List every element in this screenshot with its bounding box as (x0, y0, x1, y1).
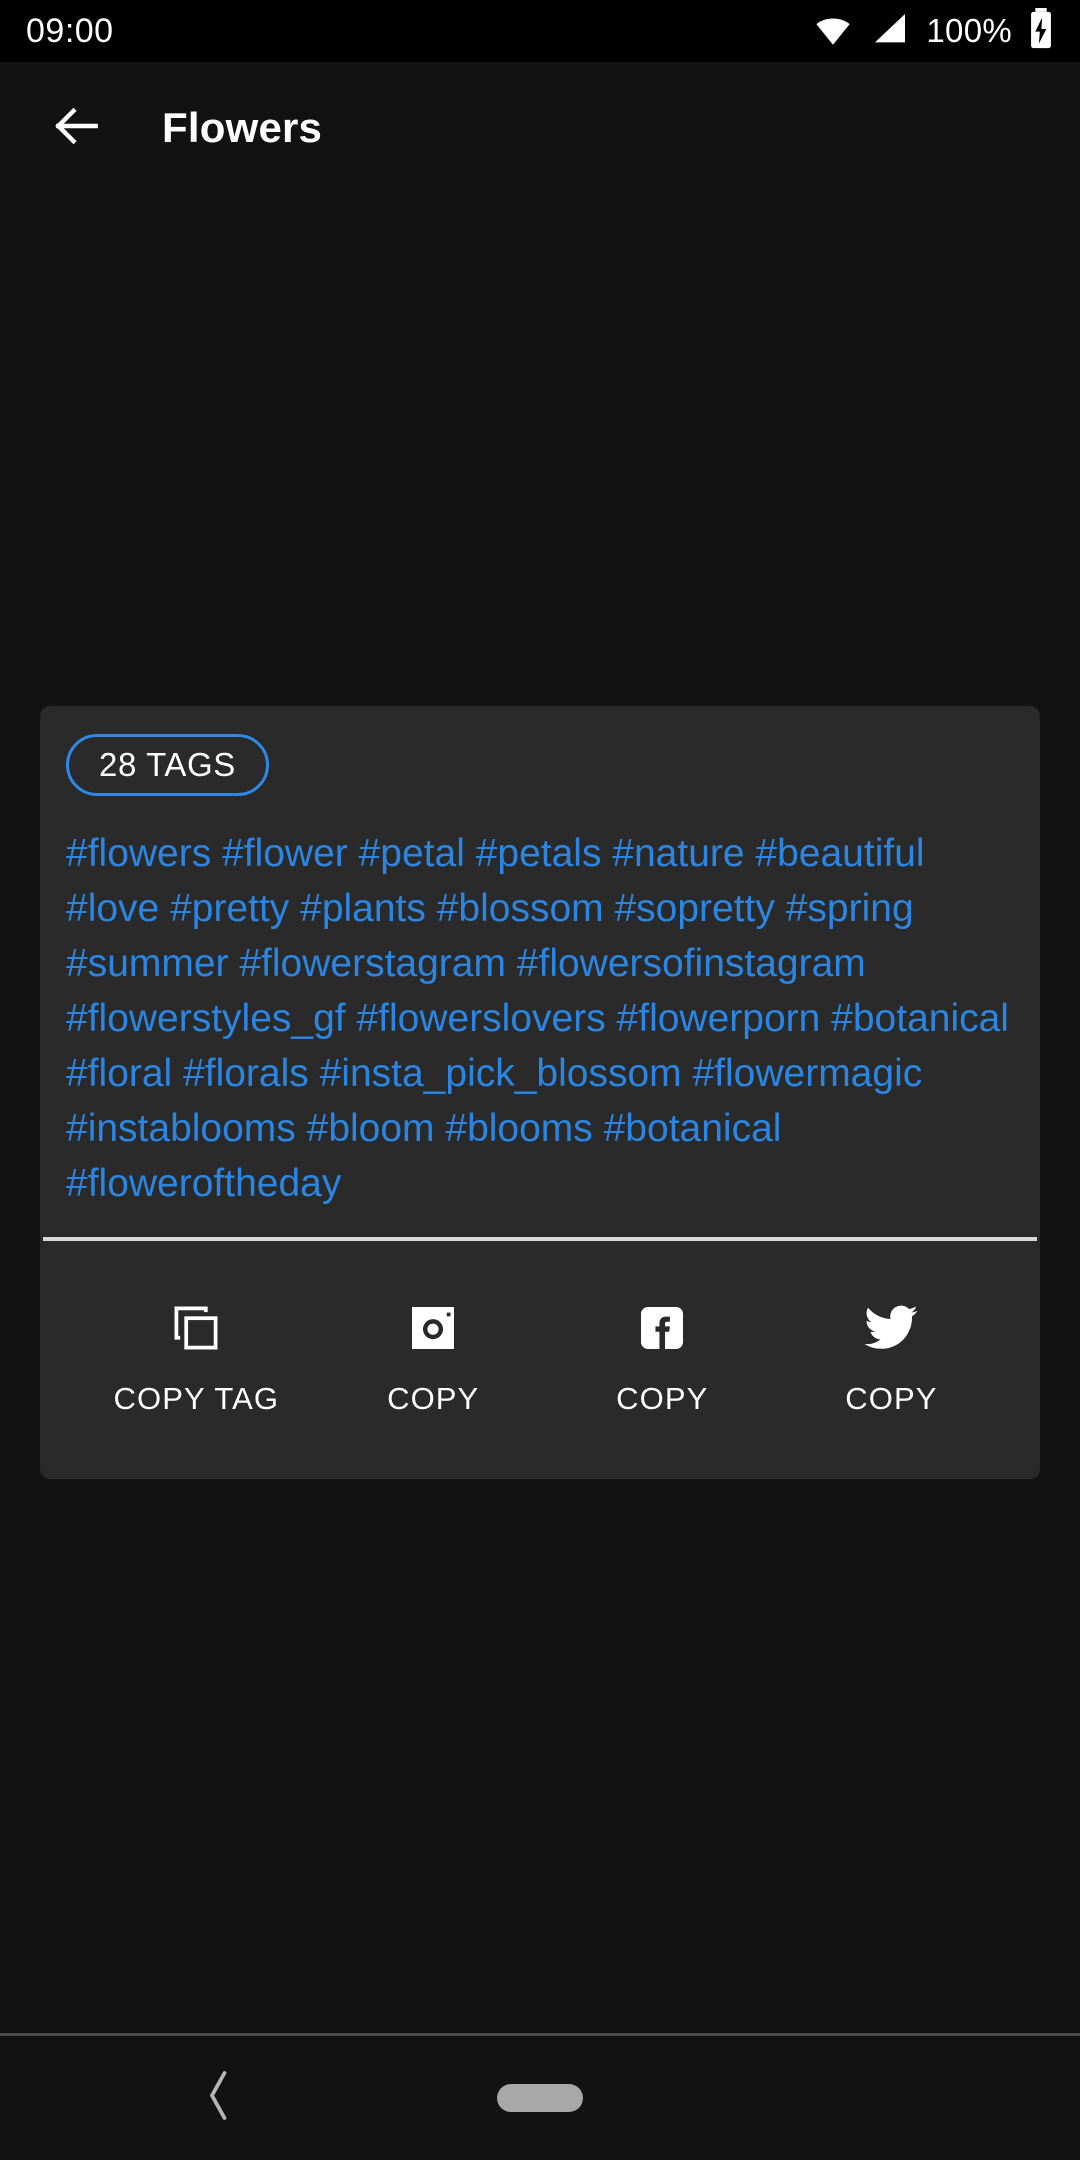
status-bar-indicators: 100% (812, 7, 1054, 55)
copy-tag-button[interactable]: COPY TAG (114, 1297, 280, 1417)
arrow-back-icon (49, 98, 105, 159)
cellular-signal-icon (870, 9, 910, 54)
copy-tag-label: COPY TAG (113, 1381, 280, 1416)
tag-result-card: 28 TAGS #flowers #flower #petal #petals … (40, 706, 1040, 1479)
tag-count-badge[interactable]: 28 TAGS (66, 734, 269, 796)
nav-back-button[interactable] (197, 2066, 237, 2131)
chevron-back-icon (197, 2071, 237, 2130)
status-bar-clock: 09:00 (26, 11, 114, 50)
twitter-icon (862, 1297, 920, 1359)
app-toolbar: Flowers (0, 62, 1080, 194)
tag-card-body: 28 TAGS #flowers #flower #petal #petals … (40, 706, 1040, 1237)
copy-twitter-label: COPY (845, 1381, 938, 1416)
copy-instagram-button[interactable]: COPY (358, 1297, 508, 1417)
instagram-icon (405, 1297, 461, 1359)
battery-charging-icon (1028, 7, 1054, 55)
copy-facebook-button[interactable]: COPY (587, 1297, 737, 1417)
page-title: Flowers (162, 104, 323, 151)
status-bar: 09:00 100% (0, 0, 1080, 62)
app-screen: 09:00 100% Flowers 28 TAGS #flowers #flo… (0, 0, 1080, 2160)
battery-percentage-label: 100% (926, 12, 1012, 49)
copy-icon (168, 1297, 224, 1359)
home-pill-indicator[interactable] (497, 2084, 583, 2112)
system-nav-bar (0, 2036, 1080, 2160)
tag-actions-row: COPY TAG COPY COPY COPY (40, 1241, 1040, 1479)
wifi-icon (812, 8, 854, 55)
copy-twitter-button[interactable]: COPY (816, 1297, 966, 1417)
copy-facebook-label: COPY (616, 1381, 709, 1416)
back-button[interactable] (46, 97, 108, 159)
facebook-icon (634, 1297, 690, 1359)
hashtag-list-text[interactable]: #flowers #flower #petal #petals #nature … (66, 826, 1014, 1211)
copy-instagram-label: COPY (387, 1381, 480, 1416)
